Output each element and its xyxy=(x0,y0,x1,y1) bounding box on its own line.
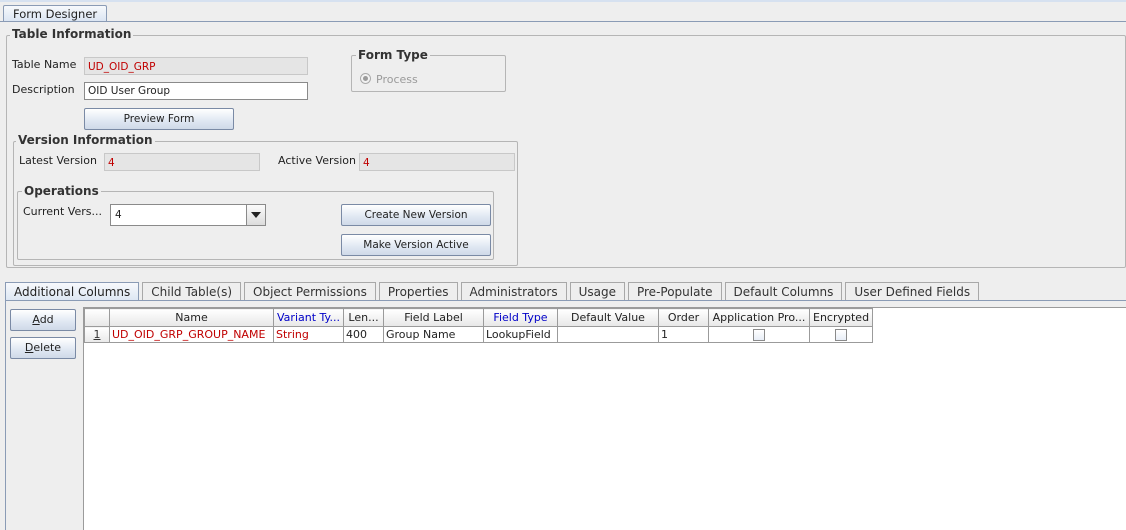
process-radio-label: Process xyxy=(376,73,418,86)
tab-default-columns[interactable]: Default Columns xyxy=(724,282,843,301)
delete-button[interactable]: Delete xyxy=(10,337,76,359)
active-version-label: Active Version xyxy=(278,154,356,167)
cell-encrypted[interactable] xyxy=(808,326,874,343)
encrypted-checkbox[interactable] xyxy=(835,329,848,341)
cell-default-value[interactable] xyxy=(557,326,659,343)
column-header-name[interactable]: Name xyxy=(109,308,274,327)
row-number[interactable]: 1 xyxy=(84,326,110,343)
columns-table: Name Variant Ty... Len... Field Label Fi… xyxy=(84,308,874,343)
cell-application-profile[interactable] xyxy=(708,326,810,343)
preview-form-button[interactable]: Preview Form xyxy=(84,108,234,130)
latest-version-label: Latest Version xyxy=(19,154,97,167)
create-new-version-button[interactable]: Create New Version xyxy=(341,204,491,226)
column-header-length[interactable]: Len... xyxy=(343,308,384,327)
column-header-rownum[interactable] xyxy=(84,308,110,327)
description-input[interactable]: OID User Group xyxy=(84,82,308,100)
table-information-legend: Table Information xyxy=(10,27,134,41)
radio-icon xyxy=(360,73,371,84)
current-version-label: Current Vers... xyxy=(23,205,102,218)
form-type-legend: Form Type xyxy=(356,48,430,62)
table-name-field: UD_OID_GRP xyxy=(84,57,308,75)
tab-user-defined-fields[interactable]: User Defined Fields xyxy=(845,282,980,301)
active-version-field: 4 xyxy=(359,153,515,171)
add-button[interactable]: Add xyxy=(10,309,76,331)
cell-length[interactable]: 400 xyxy=(343,326,384,343)
table-name-label: Table Name xyxy=(12,58,77,71)
current-version-value: 4 xyxy=(115,209,122,221)
cell-name[interactable]: UD_OID_GRP_GROUP_NAME xyxy=(109,326,274,343)
tab-divider xyxy=(0,21,1126,22)
application-profile-checkbox[interactable] xyxy=(753,329,765,341)
tab-additional-columns[interactable]: Additional Columns xyxy=(5,282,140,301)
description-label: Description xyxy=(12,83,75,96)
column-header-field-type[interactable]: Field Type xyxy=(483,308,558,327)
cell-field-type[interactable]: LookupField xyxy=(483,326,558,343)
cell-variant-type[interactable]: String xyxy=(273,326,344,343)
cell-order[interactable]: 1 xyxy=(658,326,709,343)
operations-legend: Operations xyxy=(22,184,101,198)
table-header-row: Name Variant Ty... Len... Field Label Fi… xyxy=(84,308,874,327)
tab-form-designer[interactable]: Form Designer xyxy=(3,5,108,22)
table-row[interactable]: 1 UD_OID_GRP_GROUP_NAME String 400 Group… xyxy=(84,326,874,343)
make-version-active-button[interactable]: Make Version Active xyxy=(341,234,491,256)
column-header-order[interactable]: Order xyxy=(658,308,709,327)
version-information-legend: Version Information xyxy=(16,133,155,147)
tab-object-permissions[interactable]: Object Permissions xyxy=(244,282,376,301)
bottom-tab-strip: Additional Columns Child Table(s) Object… xyxy=(5,282,982,301)
process-radio[interactable] xyxy=(360,73,371,87)
current-version-combo[interactable]: 4 xyxy=(110,204,266,226)
tab-pre-populate[interactable]: Pre-Populate xyxy=(627,282,722,301)
column-header-variant-type[interactable]: Variant Ty... xyxy=(273,308,344,327)
window-top-strip xyxy=(0,0,1126,2)
tab-child-tables[interactable]: Child Table(s) xyxy=(142,282,241,301)
column-header-application-profile[interactable]: Application Pro... xyxy=(708,308,810,327)
chevron-down-icon[interactable] xyxy=(246,205,265,225)
cell-field-label[interactable]: Group Name xyxy=(383,326,484,343)
column-header-encrypted[interactable]: Encrypted xyxy=(808,308,874,327)
tab-usage[interactable]: Usage xyxy=(569,282,625,301)
column-header-field-label[interactable]: Field Label xyxy=(383,308,484,327)
latest-version-field: 4 xyxy=(104,153,260,171)
tab-properties[interactable]: Properties xyxy=(378,282,458,301)
tab-administrators[interactable]: Administrators xyxy=(460,282,567,301)
column-header-default-value[interactable]: Default Value xyxy=(557,308,659,327)
